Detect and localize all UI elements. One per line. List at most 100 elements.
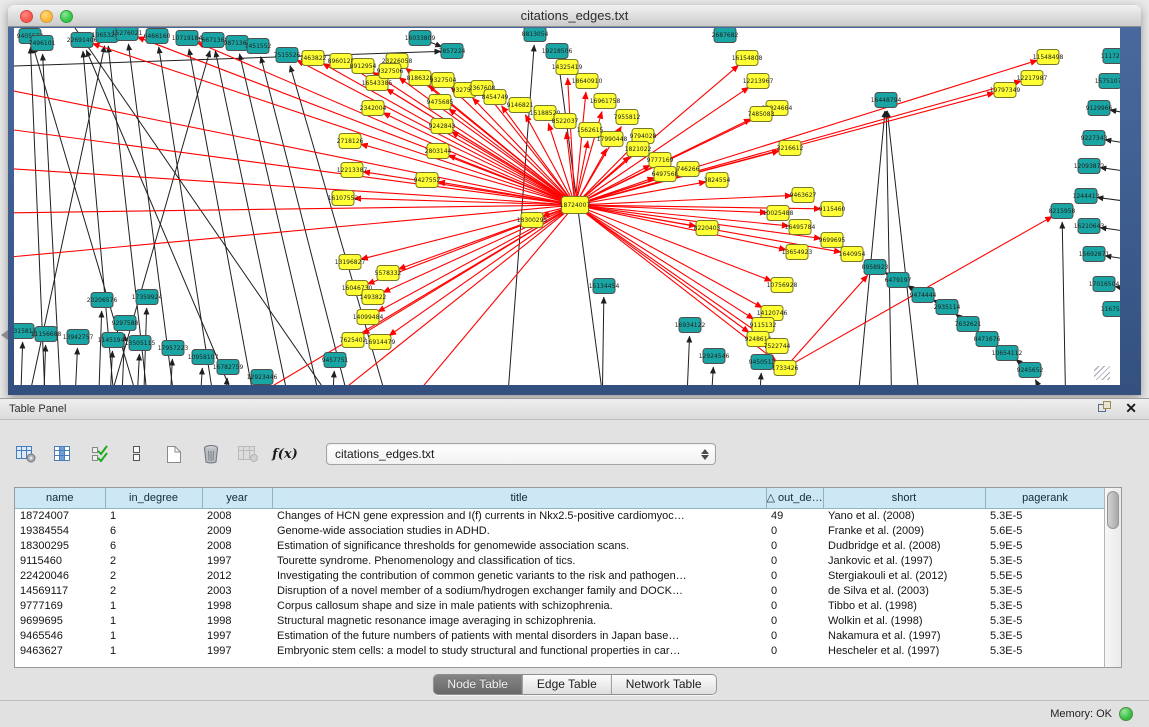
- cell-out_degree[interactable]: 0: [766, 613, 823, 628]
- cell-in_degree[interactable]: 2: [105, 568, 202, 583]
- cell-in_degree[interactable]: 2: [105, 583, 202, 598]
- column-header-in_degree[interactable]: in_degree: [105, 488, 202, 508]
- cell-title[interactable]: Structural magnetic resonance image aver…: [272, 613, 766, 628]
- cell-short[interactable]: Nakamura et al. (1997): [823, 628, 985, 643]
- tab-node-table[interactable]: Node Table: [433, 675, 522, 694]
- tab-edge-table[interactable]: Edge Table: [522, 675, 611, 694]
- cell-title[interactable]: Investigating the contribution of common…: [272, 568, 766, 583]
- cell-title[interactable]: Genome-wide association studies in ADHD.: [272, 523, 766, 538]
- network-graph[interactable]: 9405574749610122691406106532871527602164…: [14, 28, 1120, 385]
- column-header-short[interactable]: short: [823, 488, 985, 508]
- column-header-title[interactable]: title: [272, 488, 766, 508]
- cell-year[interactable]: 1997: [202, 553, 272, 568]
- cell-out_degree[interactable]: 0: [766, 598, 823, 613]
- window-titlebar[interactable]: citations_edges.txt: [8, 5, 1141, 27]
- cell-name[interactable]: 22420046: [15, 568, 105, 583]
- cell-pagerank[interactable]: 5.3E-5: [985, 583, 1105, 598]
- table-row[interactable]: 977716911998Corpus callosum shape and si…: [15, 598, 1105, 613]
- cell-year[interactable]: 1997: [202, 643, 272, 658]
- cell-in_degree[interactable]: 1: [105, 508, 202, 523]
- cell-year[interactable]: 2008: [202, 508, 272, 523]
- table-row[interactable]: 946362711997Embryonic stem cells: a mode…: [15, 643, 1105, 658]
- close-button[interactable]: [20, 10, 33, 23]
- cell-pagerank[interactable]: 5.3E-5: [985, 643, 1105, 658]
- table-selector-dropdown[interactable]: citations_edges.txt: [326, 443, 716, 465]
- cell-out_degree[interactable]: 0: [766, 643, 823, 658]
- cell-out_degree[interactable]: 0: [766, 523, 823, 538]
- cell-year[interactable]: 1997: [202, 628, 272, 643]
- cell-short[interactable]: Franke et al. (2009): [823, 523, 985, 538]
- cell-short[interactable]: Tibbo et al. (1998): [823, 598, 985, 613]
- cell-name[interactable]: 9465546: [15, 628, 105, 643]
- show-column-icon[interactable]: [51, 442, 75, 466]
- cell-out_degree[interactable]: 0: [766, 538, 823, 553]
- table-row[interactable]: 1872400712008Changes of HCN gene express…: [15, 508, 1105, 523]
- column-header-year[interactable]: year: [202, 488, 272, 508]
- cell-pagerank[interactable]: 5.9E-5: [985, 538, 1105, 553]
- minimize-button[interactable]: [40, 10, 53, 23]
- table-row[interactable]: 1830029562008Estimation of significance …: [15, 538, 1105, 553]
- cell-in_degree[interactable]: 1: [105, 643, 202, 658]
- cell-short[interactable]: Hescheler et al. (1997): [823, 643, 985, 658]
- cell-short[interactable]: de Silva et al. (2003): [823, 583, 985, 598]
- zoom-button[interactable]: [60, 10, 73, 23]
- cell-pagerank[interactable]: 5.6E-5: [985, 523, 1105, 538]
- cell-title[interactable]: Changes of HCN gene expression and I(f) …: [272, 508, 766, 523]
- cell-pagerank[interactable]: 5.3E-5: [985, 508, 1105, 523]
- cell-title[interactable]: Corpus callosum shape and size in male p…: [272, 598, 766, 613]
- cell-in_degree[interactable]: 2: [105, 553, 202, 568]
- cell-short[interactable]: Yano et al. (2008): [823, 508, 985, 523]
- cell-name[interactable]: 18300295: [15, 538, 105, 553]
- select-all-columns-icon[interactable]: [88, 442, 112, 466]
- cell-out_degree[interactable]: 49: [766, 508, 823, 523]
- function-builder-icon[interactable]: f(x): [273, 442, 297, 466]
- cell-name[interactable]: 9115460: [15, 553, 105, 568]
- cell-title[interactable]: Tourette syndrome. Phenomenology and cla…: [272, 553, 766, 568]
- table-row[interactable]: 946554611997Estimation of the future num…: [15, 628, 1105, 643]
- column-header-out_degree[interactable]: △ out_de…: [766, 488, 823, 508]
- cell-year[interactable]: 1998: [202, 613, 272, 628]
- cell-in_degree[interactable]: 1: [105, 613, 202, 628]
- cell-title[interactable]: Estimation of significance thresholds fo…: [272, 538, 766, 553]
- table-row[interactable]: 969969511998Structural magnetic resonanc…: [15, 613, 1105, 628]
- cell-pagerank[interactable]: 5.3E-5: [985, 628, 1105, 643]
- cell-name[interactable]: 19384554: [15, 523, 105, 538]
- cell-year[interactable]: 2012: [202, 568, 272, 583]
- cell-out_degree[interactable]: 0: [766, 628, 823, 643]
- unselect-columns-icon[interactable]: [125, 442, 149, 466]
- new-table-icon[interactable]: [162, 442, 186, 466]
- table-scrollbar-thumb[interactable]: [1107, 491, 1119, 529]
- cell-short[interactable]: Stergiakouli et al. (2012): [823, 568, 985, 583]
- table-mode-icon[interactable]: [14, 442, 38, 466]
- cell-out_degree[interactable]: 0: [766, 568, 823, 583]
- cell-out_degree[interactable]: 0: [766, 553, 823, 568]
- cell-in_degree[interactable]: 6: [105, 523, 202, 538]
- cell-title[interactable]: Disruption of a novel member of a sodium…: [272, 583, 766, 598]
- cell-year[interactable]: 2008: [202, 538, 272, 553]
- memory-ok-icon[interactable]: [1119, 707, 1133, 721]
- table-row[interactable]: 911546021997Tourette syndrome. Phenomeno…: [15, 553, 1105, 568]
- delete-table-icon[interactable]: [199, 442, 223, 466]
- cell-in_degree[interactable]: 1: [105, 598, 202, 613]
- table-scrollbar[interactable]: [1104, 488, 1121, 667]
- cell-title[interactable]: Estimation of the future numbers of pati…: [272, 628, 766, 643]
- float-panel-icon[interactable]: [1098, 401, 1113, 416]
- column-header-pagerank[interactable]: pagerank: [985, 488, 1105, 508]
- cell-pagerank[interactable]: 5.3E-5: [985, 613, 1105, 628]
- cell-name[interactable]: 9777169: [15, 598, 105, 613]
- cell-pagerank[interactable]: 5.3E-5: [985, 598, 1105, 613]
- table-row[interactable]: 1938455462009Genome-wide association stu…: [15, 523, 1105, 538]
- column-header-name[interactable]: name: [15, 488, 105, 508]
- tab-network-table[interactable]: Network Table: [611, 675, 716, 694]
- cell-name[interactable]: 18724007: [15, 508, 105, 523]
- cell-short[interactable]: Dudbridge et al. (2008): [823, 538, 985, 553]
- cell-in_degree[interactable]: 6: [105, 538, 202, 553]
- table-row[interactable]: 1456911722003Disruption of a novel membe…: [15, 583, 1105, 598]
- cell-pagerank[interactable]: 5.5E-5: [985, 568, 1105, 583]
- close-panel-icon[interactable]: ✕: [1125, 401, 1137, 416]
- cell-out_degree[interactable]: 0: [766, 583, 823, 598]
- cell-pagerank[interactable]: 5.3E-5: [985, 553, 1105, 568]
- import-table-icon[interactable]: [236, 442, 260, 466]
- cell-year[interactable]: 2009: [202, 523, 272, 538]
- table-row[interactable]: 2242004622012Investigating the contribut…: [15, 568, 1105, 583]
